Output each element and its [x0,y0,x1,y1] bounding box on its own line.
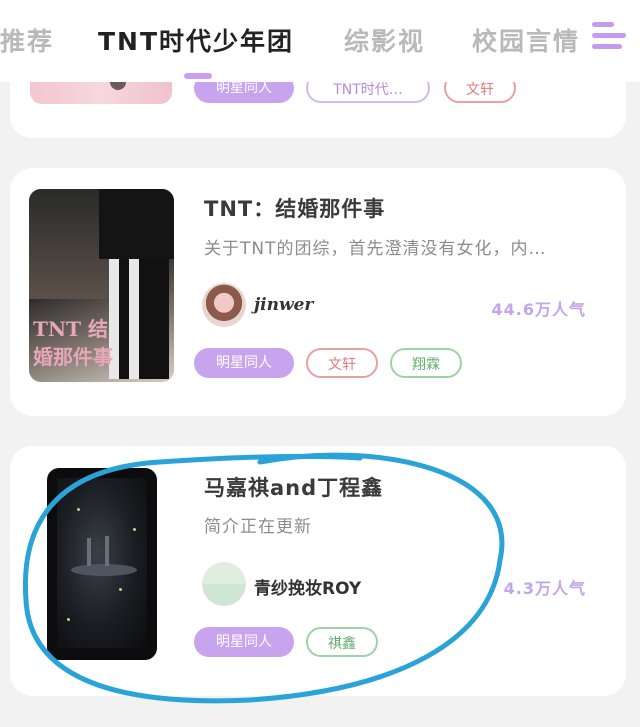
novel-title[interactable]: TNT：结婚那件事 [204,193,385,223]
popularity-count: 4.3万人气 [503,579,586,598]
tab-variety-film[interactable]: 综影视 [344,22,425,58]
avatar[interactable] [202,562,246,606]
novel-description: 关于TNT的团综，首先澄清没有女化，内… [204,239,547,259]
tag-xianglin[interactable]: 翔霖 [390,348,462,378]
tab-tnt[interactable]: TNT时代少年团 [98,22,294,58]
active-tab-indicator [184,73,212,79]
author-name[interactable]: 青纱挽妆ROY [254,574,361,599]
tag-qixin[interactable]: 祺鑫 [306,627,378,657]
tab-recommend[interactable]: 推荐 [0,22,54,58]
book-cover [47,468,157,660]
avatar[interactable] [202,283,246,327]
tab-campus-romance[interactable]: 校园言情 [472,22,580,58]
tag-star-fanfic[interactable]: 明星同人 [194,627,294,657]
top-tab-bar: 推荐 TNT时代少年团 综影视 校园言情 [0,0,640,82]
cover-title-text: TNT 结婚那件事 [33,317,113,369]
menu-icon[interactable] [592,18,628,54]
novel-card[interactable]: TNT 结婚那件事 TNT：结婚那件事 关于TNT的团综，首先澄清没有女化，内…… [10,168,626,416]
novel-card[interactable]: 马嘉祺and丁程鑫 简介正在更新 青纱挽妆ROY 4.3万人气 明星同人 祺鑫 [10,446,626,696]
novel-description: 简介正在更新 [204,517,312,537]
novel-title[interactable]: 马嘉祺and丁程鑫 [204,472,383,502]
tag-star-fanfic[interactable]: 明星同人 [194,348,294,378]
author-name[interactable]: jinwer [254,295,313,315]
tag-wenxuan[interactable]: 文轩 [306,348,378,378]
book-cover: TNT 结婚那件事 [29,189,174,382]
popularity-count: 44.6万人气 [491,300,586,319]
